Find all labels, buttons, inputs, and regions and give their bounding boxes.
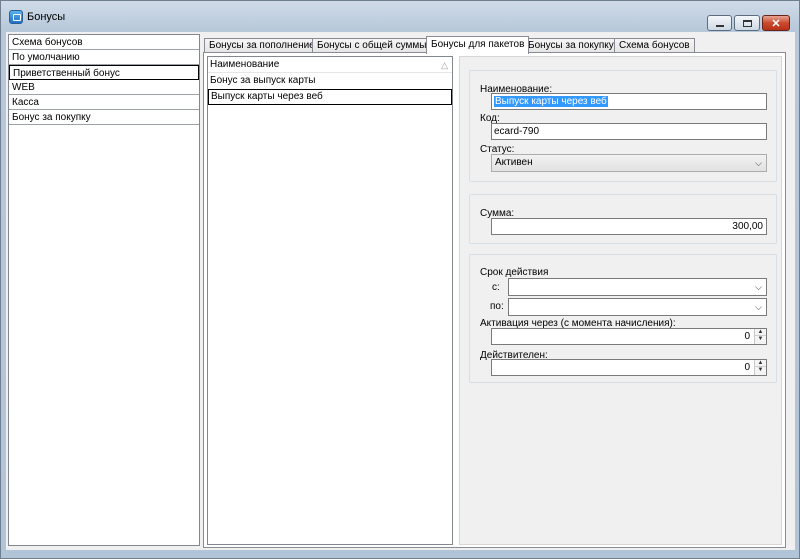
list-item[interactable]: WEB [9, 80, 199, 95]
valid-stepper[interactable]: 0 ▲ ▼ [491, 359, 767, 376]
to-date-field[interactable]: ⌵ [508, 298, 767, 316]
sum-group: Сумма: 300,00 [469, 194, 777, 244]
validity-group: Срок действия с: ⌵ по: ⌵ Активация через… [469, 254, 777, 383]
spin-up-icon[interactable]: ▲ [755, 329, 766, 336]
close-button[interactable]: ✕ [762, 15, 790, 31]
list-item[interactable]: Схема бонусов [9, 35, 199, 50]
activation-stepper[interactable]: 0 ▲ ▼ [491, 328, 767, 345]
name-field[interactable]: Выпуск карты через веб [491, 93, 767, 110]
spin-buttons[interactable]: ▲ ▼ [754, 329, 766, 344]
tab-package-bonuses[interactable]: Бонусы для пакетов [426, 36, 530, 54]
grid-header-name[interactable]: Наименование △ [208, 57, 452, 73]
close-icon: ✕ [771, 17, 781, 30]
restore-button[interactable] [734, 15, 760, 31]
minimize-button[interactable] [707, 15, 732, 31]
tab-bonus-scheme[interactable]: Схема бонусов [614, 38, 695, 53]
code-field[interactable]: ecard-790 [491, 123, 767, 140]
to-label: по: [490, 301, 504, 312]
sum-field[interactable]: 300,00 [491, 218, 767, 235]
list-item[interactable]: Касса [9, 95, 199, 110]
chevron-down-icon: ⌵ [755, 158, 762, 168]
list-item[interactable]: Бонус за покупку [9, 110, 199, 125]
valid-value: 0 [744, 362, 750, 373]
tab-replenishment-bonuses[interactable]: Бонусы за пополнение [204, 38, 320, 53]
spin-buttons[interactable]: ▲ ▼ [754, 360, 766, 375]
status-value: Активен [495, 157, 533, 168]
minimize-icon [715, 24, 724, 27]
chevron-down-icon: ⌵ [755, 302, 762, 312]
window-title: Бонусы [27, 11, 66, 23]
grid-header-label: Наименование [210, 59, 280, 70]
spin-down-icon[interactable]: ▼ [755, 367, 766, 374]
from-label: с: [492, 282, 500, 293]
status-select[interactable]: Активен ⌵ [491, 154, 767, 172]
tab-page-package-bonuses: Наименование △ Бонус за выпуск карты Вып… [203, 52, 786, 548]
title-bar[interactable]: Бонусы ✕ [1, 1, 799, 31]
package-bonus-grid[interactable]: Наименование △ Бонус за выпуск карты Вып… [207, 56, 453, 545]
general-group: Наименование: Выпуск карты через веб Код… [469, 70, 777, 182]
table-row[interactable]: Выпуск карты через веб [208, 89, 452, 105]
app-icon [9, 10, 23, 24]
restore-icon [742, 19, 752, 27]
chevron-down-icon: ⌵ [755, 282, 762, 292]
spin-up-icon[interactable]: ▲ [755, 360, 766, 367]
client-area: Схема бонусов По умолчанию Приветственны… [6, 32, 795, 550]
bonuses-window: Бонусы ✕ Схема бонусов По умолчанию Прив… [0, 0, 800, 559]
tab-purchase-bonuses[interactable]: Бонусы за покупку [523, 38, 619, 53]
validity-label: Срок действия [480, 267, 549, 278]
list-item[interactable]: По умолчанию [9, 50, 199, 65]
from-date-field[interactable]: ⌵ [508, 278, 767, 296]
sort-icon: △ [441, 60, 448, 70]
list-item[interactable]: Приветственный бонус [9, 65, 199, 80]
bonus-details-panel: Наименование: Выпуск карты через веб Код… [459, 56, 782, 545]
activation-value: 0 [744, 331, 750, 342]
tab-total-sum-bonuses[interactable]: Бонусы с общей суммы [312, 38, 432, 53]
name-value: Выпуск карты через веб [494, 96, 608, 107]
spin-down-icon[interactable]: ▼ [755, 336, 766, 343]
table-row[interactable]: Бонус за выпуск карты [208, 73, 452, 89]
bonus-scheme-list[interactable]: Схема бонусов По умолчанию Приветственны… [8, 34, 200, 546]
